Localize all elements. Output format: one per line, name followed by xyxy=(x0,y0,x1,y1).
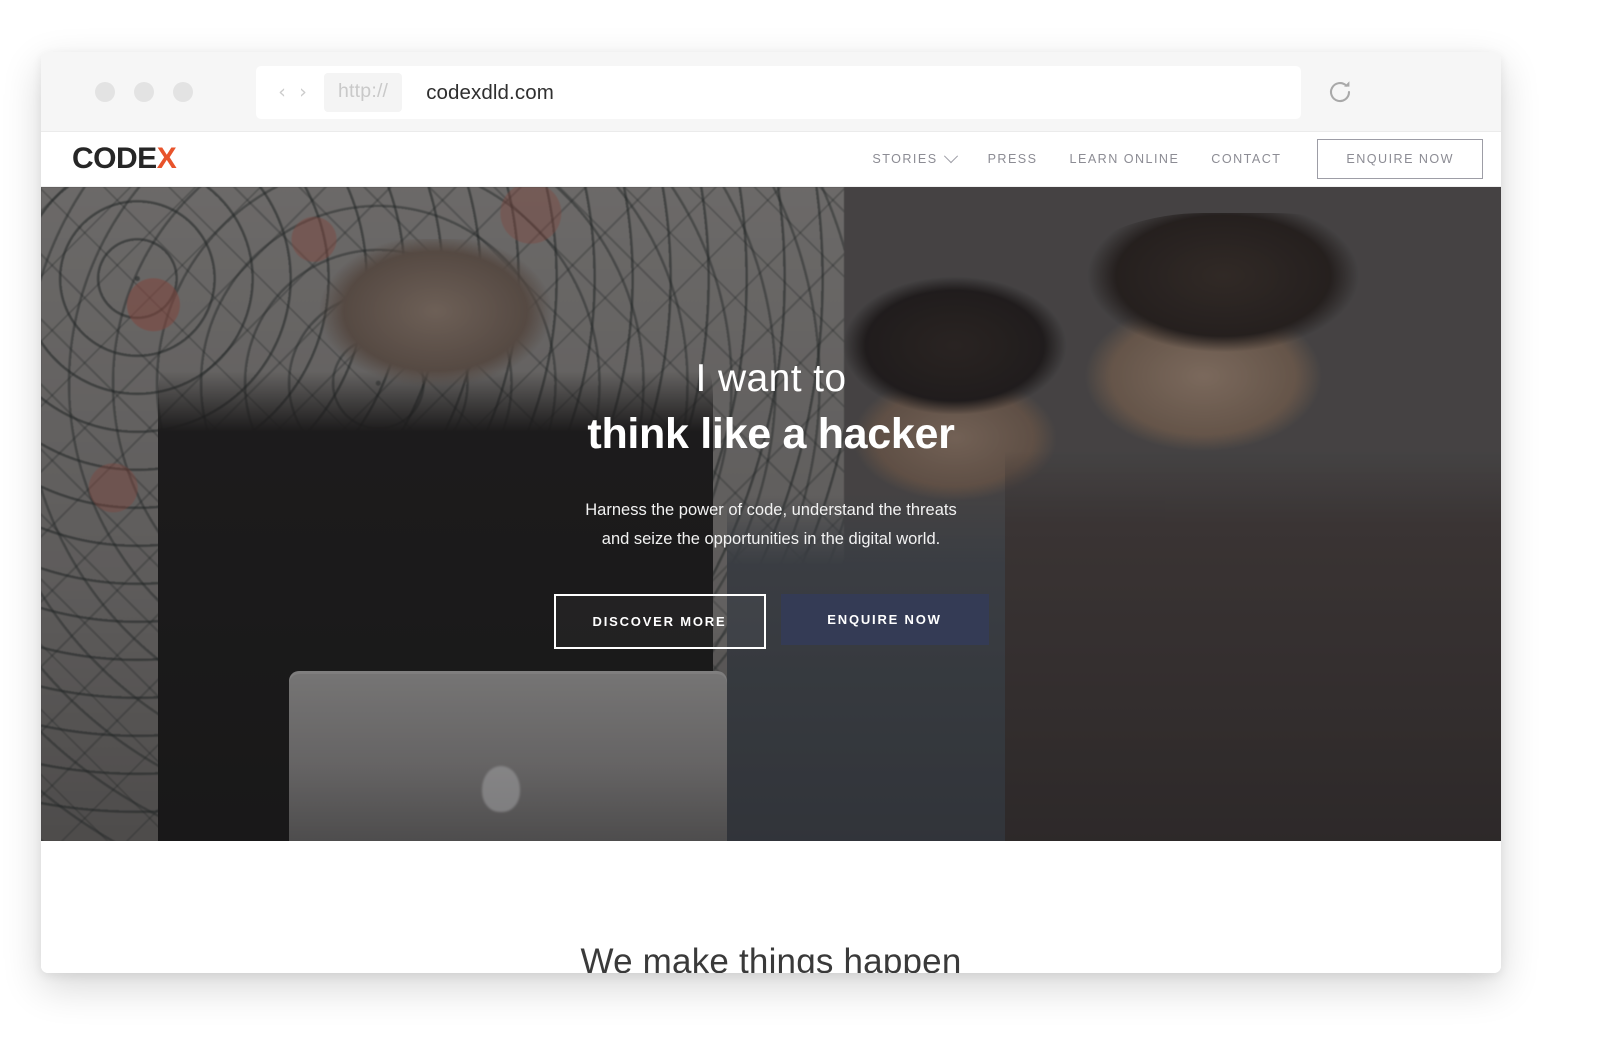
nav-item-label: LEARN ONLINE xyxy=(1069,152,1180,166)
logo-text-accent: X xyxy=(156,142,177,175)
nav-item-label: PRESS xyxy=(987,152,1038,166)
nav-item-press[interactable]: PRESS xyxy=(972,152,1054,166)
nav-item-label: CONTACT xyxy=(1211,152,1282,166)
window-traffic-lights xyxy=(95,82,193,102)
enquire-now-button[interactable]: ENQUIRE NOW xyxy=(780,594,989,646)
close-dot[interactable] xyxy=(95,82,115,102)
main-navigation: STORIES PRESS LEARN ONLINE CONTACT ENQUI… xyxy=(856,132,1483,186)
url-scheme-pill: http:// xyxy=(324,73,403,112)
minimize-dot[interactable] xyxy=(134,82,154,102)
nav-item-label: STORIES xyxy=(872,152,938,166)
navigation-arrows: ‹ › xyxy=(275,83,310,102)
hero-kicker: I want to xyxy=(695,357,847,400)
nav-enquire-now-button[interactable]: ENQUIRE NOW xyxy=(1317,139,1483,179)
we-make-things-happen-section: We make things happen xyxy=(41,841,1501,973)
section-heading: We make things happen xyxy=(580,942,962,973)
nav-item-contact[interactable]: CONTACT xyxy=(1195,152,1297,166)
hero-subtitle-line-2: and seize the opportunities in the digit… xyxy=(601,529,941,548)
reload-icon[interactable] xyxy=(1326,78,1354,106)
browser-window: ‹ › http:// codexdld.com CODEX STORIES P… xyxy=(41,52,1501,973)
nav-item-stories[interactable]: STORIES xyxy=(856,149,971,166)
chevron-down-icon xyxy=(943,149,958,164)
maximize-dot[interactable] xyxy=(173,82,193,102)
hero-subtitle: Harness the power of code, understand th… xyxy=(561,496,981,554)
browser-toolbar: ‹ › http:// codexdld.com xyxy=(41,52,1501,132)
forward-arrow-icon[interactable]: › xyxy=(296,83,310,102)
url-input-value[interactable]: codexdld.com xyxy=(426,81,554,105)
hero-title: think like a hacker xyxy=(587,409,955,458)
nav-item-learn-online[interactable]: LEARN ONLINE xyxy=(1054,152,1196,166)
hero-subtitle-line-1: Harness the power of code, understand th… xyxy=(585,500,957,519)
hero-cta-group: DISCOVER MORE ENQUIRE NOW xyxy=(41,594,1501,650)
site-logo[interactable]: CODEX xyxy=(72,142,177,176)
logo-text-primary: CODE xyxy=(72,142,157,175)
hero-content: I want to think like a hacker Harness th… xyxy=(41,357,1501,650)
site-header: CODEX STORIES PRESS LEARN ONLINE CONTACT… xyxy=(41,132,1501,187)
address-bar[interactable]: ‹ › http:// codexdld.com xyxy=(256,66,1301,119)
back-arrow-icon[interactable]: ‹ xyxy=(275,83,289,102)
hero-section: I want to think like a hacker Harness th… xyxy=(41,187,1501,841)
discover-more-button[interactable]: DISCOVER MORE xyxy=(553,594,766,650)
